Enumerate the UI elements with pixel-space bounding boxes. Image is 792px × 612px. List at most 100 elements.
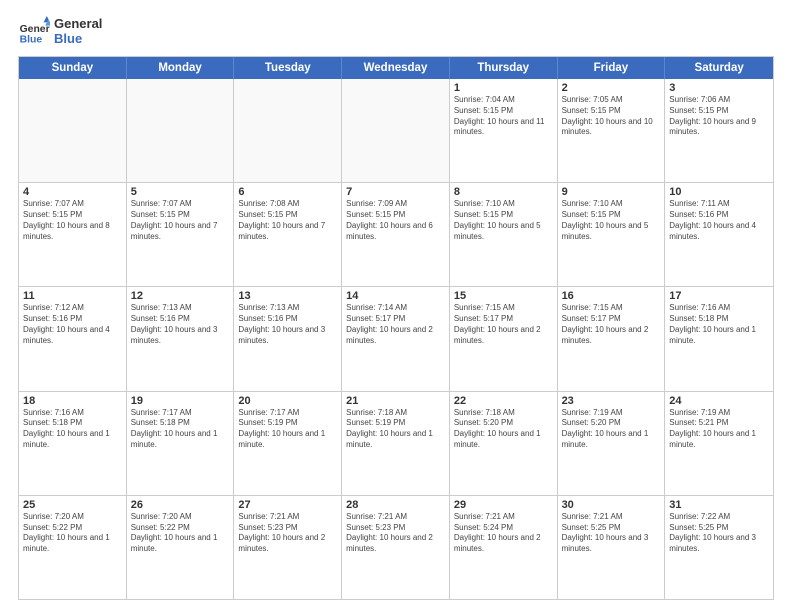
day-number: 16 — [562, 290, 661, 302]
day-info: Sunrise: 7:09 AMSunset: 5:15 PMDaylight:… — [346, 199, 445, 242]
calendar-cell: 19Sunrise: 7:17 AMSunset: 5:18 PMDayligh… — [127, 392, 235, 495]
day-number: 3 — [669, 82, 769, 94]
logo-blue: Blue — [54, 32, 102, 47]
day-number: 26 — [131, 499, 230, 511]
calendar-cell: 4Sunrise: 7:07 AMSunset: 5:15 PMDaylight… — [19, 183, 127, 286]
day-info: Sunrise: 7:16 AMSunset: 5:18 PMDaylight:… — [23, 408, 122, 451]
logo-icon: General Blue — [18, 16, 50, 48]
day-number: 29 — [454, 499, 553, 511]
calendar-cell: 18Sunrise: 7:16 AMSunset: 5:18 PMDayligh… — [19, 392, 127, 495]
day-info: Sunrise: 7:19 AMSunset: 5:20 PMDaylight:… — [562, 408, 661, 451]
calendar-cell: 5Sunrise: 7:07 AMSunset: 5:15 PMDaylight… — [127, 183, 235, 286]
calendar-cell: 20Sunrise: 7:17 AMSunset: 5:19 PMDayligh… — [234, 392, 342, 495]
calendar-cell: 21Sunrise: 7:18 AMSunset: 5:19 PMDayligh… — [342, 392, 450, 495]
day-info: Sunrise: 7:11 AMSunset: 5:16 PMDaylight:… — [669, 199, 769, 242]
day-info: Sunrise: 7:18 AMSunset: 5:19 PMDaylight:… — [346, 408, 445, 451]
calendar-cell: 29Sunrise: 7:21 AMSunset: 5:24 PMDayligh… — [450, 496, 558, 599]
calendar: SundayMondayTuesdayWednesdayThursdayFrid… — [18, 56, 774, 600]
calendar-cell: 10Sunrise: 7:11 AMSunset: 5:16 PMDayligh… — [665, 183, 773, 286]
logo: General Blue General Blue — [18, 16, 102, 48]
day-number: 15 — [454, 290, 553, 302]
day-info: Sunrise: 7:15 AMSunset: 5:17 PMDaylight:… — [454, 303, 553, 346]
calendar-page: General Blue General Blue SundayMondayTu… — [0, 0, 792, 612]
day-number: 21 — [346, 395, 445, 407]
calendar-cell — [342, 79, 450, 182]
weekday-header: Tuesday — [234, 57, 342, 79]
day-number: 13 — [238, 290, 337, 302]
day-info: Sunrise: 7:20 AMSunset: 5:22 PMDaylight:… — [23, 512, 122, 555]
day-info: Sunrise: 7:04 AMSunset: 5:15 PMDaylight:… — [454, 95, 553, 138]
day-info: Sunrise: 7:06 AMSunset: 5:15 PMDaylight:… — [669, 95, 769, 138]
calendar-body: 1Sunrise: 7:04 AMSunset: 5:15 PMDaylight… — [19, 79, 773, 599]
calendar-cell: 11Sunrise: 7:12 AMSunset: 5:16 PMDayligh… — [19, 287, 127, 390]
calendar-cell: 28Sunrise: 7:21 AMSunset: 5:23 PMDayligh… — [342, 496, 450, 599]
calendar-cell: 12Sunrise: 7:13 AMSunset: 5:16 PMDayligh… — [127, 287, 235, 390]
header: General Blue General Blue — [18, 16, 774, 48]
day-number: 1 — [454, 82, 553, 94]
day-info: Sunrise: 7:15 AMSunset: 5:17 PMDaylight:… — [562, 303, 661, 346]
day-info: Sunrise: 7:21 AMSunset: 5:24 PMDaylight:… — [454, 512, 553, 555]
calendar-cell: 30Sunrise: 7:21 AMSunset: 5:25 PMDayligh… — [558, 496, 666, 599]
day-info: Sunrise: 7:18 AMSunset: 5:20 PMDaylight:… — [454, 408, 553, 451]
day-info: Sunrise: 7:17 AMSunset: 5:19 PMDaylight:… — [238, 408, 337, 451]
day-info: Sunrise: 7:10 AMSunset: 5:15 PMDaylight:… — [562, 199, 661, 242]
day-info: Sunrise: 7:12 AMSunset: 5:16 PMDaylight:… — [23, 303, 122, 346]
day-info: Sunrise: 7:16 AMSunset: 5:18 PMDaylight:… — [669, 303, 769, 346]
day-info: Sunrise: 7:08 AMSunset: 5:15 PMDaylight:… — [238, 199, 337, 242]
day-number: 11 — [23, 290, 122, 302]
calendar-cell: 22Sunrise: 7:18 AMSunset: 5:20 PMDayligh… — [450, 392, 558, 495]
day-info: Sunrise: 7:17 AMSunset: 5:18 PMDaylight:… — [131, 408, 230, 451]
calendar-cell: 1Sunrise: 7:04 AMSunset: 5:15 PMDaylight… — [450, 79, 558, 182]
calendar-row: 25Sunrise: 7:20 AMSunset: 5:22 PMDayligh… — [19, 495, 773, 599]
day-number: 22 — [454, 395, 553, 407]
day-number: 10 — [669, 186, 769, 198]
day-number: 27 — [238, 499, 337, 511]
calendar-cell: 27Sunrise: 7:21 AMSunset: 5:23 PMDayligh… — [234, 496, 342, 599]
day-number: 6 — [238, 186, 337, 198]
calendar-row: 4Sunrise: 7:07 AMSunset: 5:15 PMDaylight… — [19, 182, 773, 286]
day-number: 14 — [346, 290, 445, 302]
day-number: 9 — [562, 186, 661, 198]
calendar-cell: 15Sunrise: 7:15 AMSunset: 5:17 PMDayligh… — [450, 287, 558, 390]
day-info: Sunrise: 7:22 AMSunset: 5:25 PMDaylight:… — [669, 512, 769, 555]
calendar-cell — [127, 79, 235, 182]
weekday-header: Saturday — [665, 57, 773, 79]
day-info: Sunrise: 7:13 AMSunset: 5:16 PMDaylight:… — [131, 303, 230, 346]
calendar-cell: 2Sunrise: 7:05 AMSunset: 5:15 PMDaylight… — [558, 79, 666, 182]
calendar-header: SundayMondayTuesdayWednesdayThursdayFrid… — [19, 57, 773, 79]
day-number: 7 — [346, 186, 445, 198]
day-number: 30 — [562, 499, 661, 511]
day-info: Sunrise: 7:21 AMSunset: 5:23 PMDaylight:… — [238, 512, 337, 555]
calendar-row: 18Sunrise: 7:16 AMSunset: 5:18 PMDayligh… — [19, 391, 773, 495]
weekday-header: Friday — [558, 57, 666, 79]
day-info: Sunrise: 7:13 AMSunset: 5:16 PMDaylight:… — [238, 303, 337, 346]
day-number: 28 — [346, 499, 445, 511]
calendar-cell: 23Sunrise: 7:19 AMSunset: 5:20 PMDayligh… — [558, 392, 666, 495]
day-info: Sunrise: 7:20 AMSunset: 5:22 PMDaylight:… — [131, 512, 230, 555]
logo-text: General — [54, 17, 102, 32]
calendar-cell: 17Sunrise: 7:16 AMSunset: 5:18 PMDayligh… — [665, 287, 773, 390]
day-number: 20 — [238, 395, 337, 407]
calendar-cell — [19, 79, 127, 182]
calendar-cell: 31Sunrise: 7:22 AMSunset: 5:25 PMDayligh… — [665, 496, 773, 599]
day-info: Sunrise: 7:05 AMSunset: 5:15 PMDaylight:… — [562, 95, 661, 138]
day-info: Sunrise: 7:07 AMSunset: 5:15 PMDaylight:… — [131, 199, 230, 242]
calendar-cell: 7Sunrise: 7:09 AMSunset: 5:15 PMDaylight… — [342, 183, 450, 286]
day-number: 24 — [669, 395, 769, 407]
day-number: 2 — [562, 82, 661, 94]
calendar-cell: 14Sunrise: 7:14 AMSunset: 5:17 PMDayligh… — [342, 287, 450, 390]
day-info: Sunrise: 7:07 AMSunset: 5:15 PMDaylight:… — [23, 199, 122, 242]
day-info: Sunrise: 7:21 AMSunset: 5:25 PMDaylight:… — [562, 512, 661, 555]
day-info: Sunrise: 7:21 AMSunset: 5:23 PMDaylight:… — [346, 512, 445, 555]
weekday-header: Sunday — [19, 57, 127, 79]
calendar-cell: 16Sunrise: 7:15 AMSunset: 5:17 PMDayligh… — [558, 287, 666, 390]
day-number: 12 — [131, 290, 230, 302]
day-info: Sunrise: 7:10 AMSunset: 5:15 PMDaylight:… — [454, 199, 553, 242]
calendar-cell: 13Sunrise: 7:13 AMSunset: 5:16 PMDayligh… — [234, 287, 342, 390]
calendar-cell: 3Sunrise: 7:06 AMSunset: 5:15 PMDaylight… — [665, 79, 773, 182]
day-info: Sunrise: 7:14 AMSunset: 5:17 PMDaylight:… — [346, 303, 445, 346]
calendar-cell — [234, 79, 342, 182]
weekday-header: Monday — [127, 57, 235, 79]
weekday-header: Thursday — [450, 57, 558, 79]
calendar-cell: 24Sunrise: 7:19 AMSunset: 5:21 PMDayligh… — [665, 392, 773, 495]
